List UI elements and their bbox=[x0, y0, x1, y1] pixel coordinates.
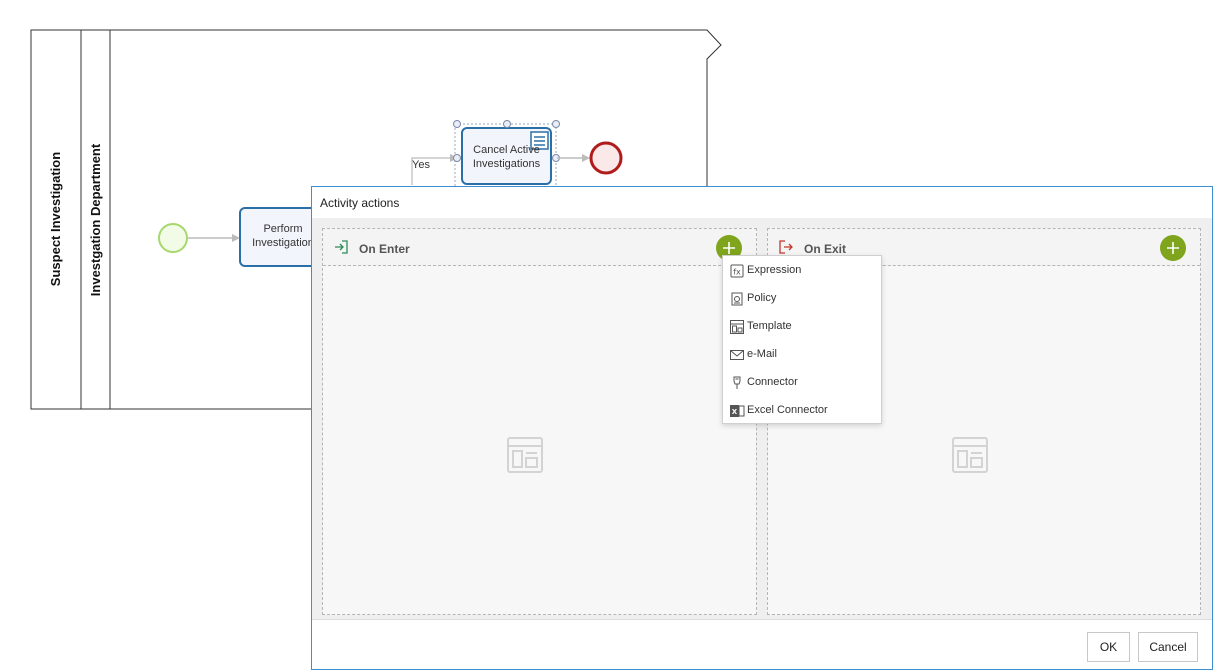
plus-icon bbox=[723, 242, 735, 254]
menu-item-label: Template bbox=[747, 320, 792, 332]
exit-icon bbox=[779, 240, 793, 254]
menu-item-expression[interactable]: fx Expression bbox=[723, 257, 881, 285]
menu-item-label: Expression bbox=[747, 264, 802, 276]
task-cancel-label-line2: Investigations bbox=[472, 158, 541, 170]
on-enter-title: On Enter bbox=[359, 242, 410, 256]
menu-item-label: Policy bbox=[747, 292, 777, 304]
task-cancel-label-line1: Cancel Active bbox=[473, 144, 540, 156]
menu-item-connector[interactable]: Connector bbox=[723, 369, 881, 397]
email-icon bbox=[730, 350, 744, 360]
expression-icon: fx bbox=[730, 264, 744, 278]
svg-text:X: X bbox=[732, 408, 738, 416]
menu-item-template[interactable]: Template bbox=[723, 313, 881, 341]
start-event[interactable] bbox=[158, 223, 188, 253]
menu-item-excel-connector[interactable]: X Excel Connector bbox=[723, 397, 881, 425]
template-icon bbox=[730, 320, 744, 334]
add-on-exit-action-button[interactable] bbox=[1160, 235, 1186, 261]
task-perform-label: Perform Investigation bbox=[252, 223, 314, 249]
menu-item-label: e-Mail bbox=[747, 348, 777, 360]
lane-label: Investgation Department bbox=[88, 143, 103, 297]
empty-form-icon bbox=[952, 437, 988, 473]
empty-form-icon bbox=[507, 437, 543, 473]
dialog-footer: OK Cancel bbox=[312, 619, 1212, 669]
on-enter-panel: On Enter bbox=[322, 228, 757, 615]
svg-text:fx: fx bbox=[733, 268, 741, 277]
excel-icon: X bbox=[730, 405, 745, 417]
menu-item-label: Excel Connector bbox=[747, 404, 828, 416]
add-action-menu: fx Expression Policy Template e-Mail Con… bbox=[722, 255, 882, 424]
menu-item-label: Connector bbox=[747, 376, 798, 388]
on-exit-title: On Exit bbox=[804, 242, 847, 256]
cancel-button[interactable]: Cancel bbox=[1138, 632, 1198, 662]
menu-item-policy[interactable]: Policy bbox=[723, 285, 881, 313]
end-event[interactable] bbox=[589, 141, 623, 175]
menu-item-email[interactable]: e-Mail bbox=[723, 341, 881, 369]
policy-icon bbox=[731, 292, 743, 306]
canvas: Suspect Investigation Investgation Depar… bbox=[0, 0, 1231, 672]
pool-label: Suspect Investigation bbox=[48, 151, 63, 287]
connector-icon bbox=[733, 376, 741, 389]
on-enter-header: On Enter bbox=[323, 229, 756, 266]
plus-icon bbox=[1167, 242, 1179, 254]
enter-icon bbox=[335, 240, 348, 254]
ok-button[interactable]: OK bbox=[1087, 632, 1130, 662]
dialog-title: Activity actions bbox=[320, 196, 400, 210]
gateway-yes-label: Yes bbox=[412, 159, 430, 171]
